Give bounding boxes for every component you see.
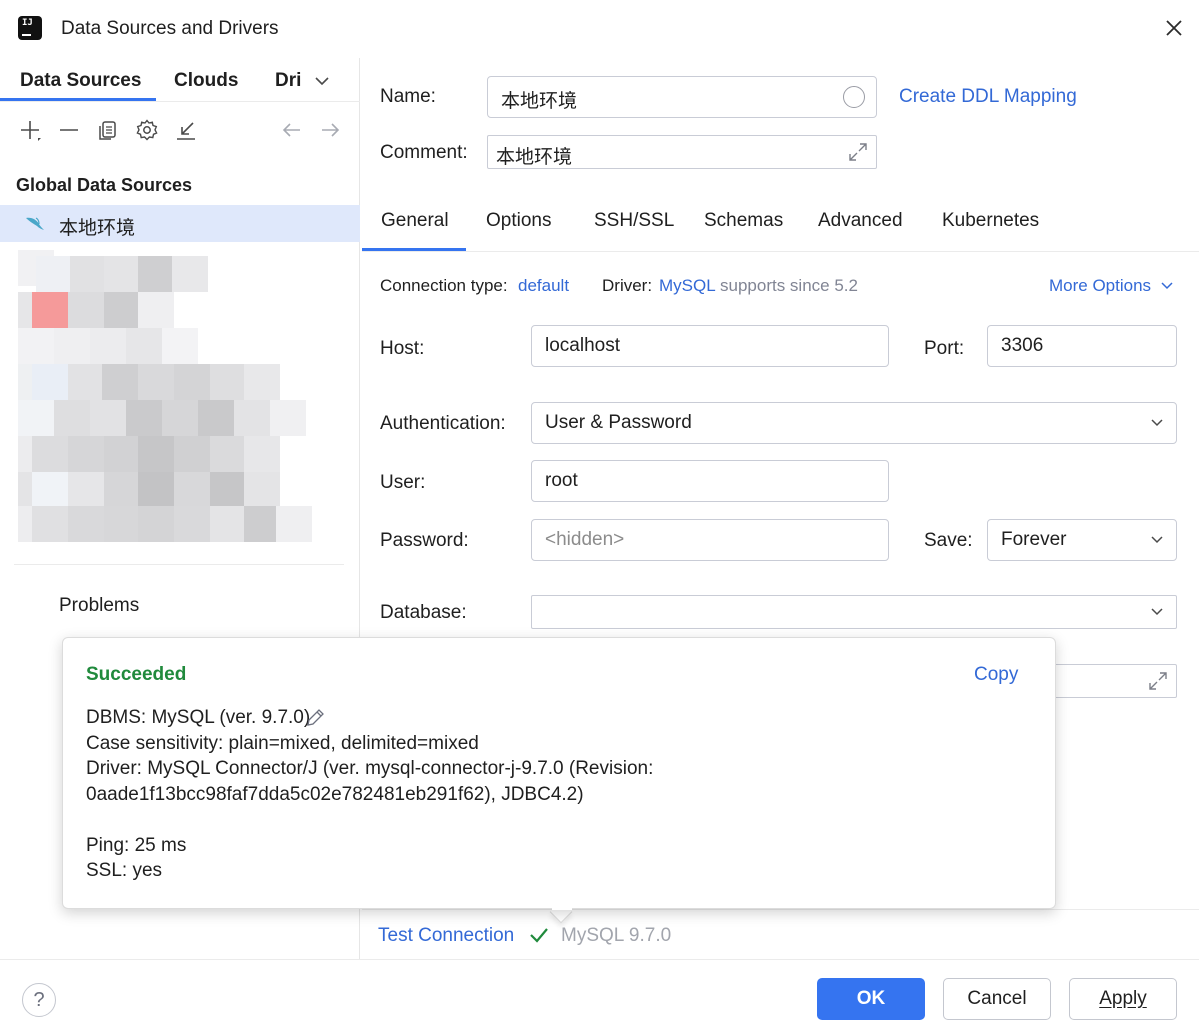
divider — [0, 959, 1199, 960]
color-circle-icon[interactable] — [843, 86, 865, 108]
connection-type-label: Connection type: — [380, 276, 508, 295]
copy-link[interactable]: Copy — [974, 664, 1018, 686]
window-title: Data Sources and Drivers — [61, 18, 279, 39]
add-icon[interactable] — [18, 118, 42, 142]
popup-line-ssl: SSL: yes — [86, 860, 163, 881]
section-header: Global Data Sources — [16, 175, 193, 195]
check-icon — [530, 928, 548, 943]
duplicate-icon[interactable] — [96, 118, 120, 142]
url-field[interactable] — [1040, 664, 1177, 698]
status-succeeded: Succeeded — [86, 664, 187, 685]
driver-label: Driver: — [602, 276, 653, 295]
tab-drivers[interactable]: Dri — [275, 70, 301, 92]
back-arrow-icon[interactable] — [280, 118, 304, 142]
cancel-button[interactable]: Cancel — [943, 978, 1051, 1020]
name-field[interactable]: 本地环境 — [487, 76, 877, 118]
popup-line-ping: Ping: 25 ms — [86, 835, 187, 856]
authentication-select[interactable]: User & Password — [531, 402, 1177, 444]
name-label: Name: — [380, 86, 436, 107]
port-field[interactable]: 3306 — [987, 325, 1177, 367]
chevron-down-icon — [1151, 536, 1163, 544]
import-icon[interactable] — [174, 118, 198, 142]
close-icon[interactable] — [1162, 16, 1186, 40]
user-label: User: — [380, 472, 426, 493]
popup-line-dbms: DBMS: MySQL (ver. 9.7.0) — [86, 707, 311, 728]
obscured-tree-items — [18, 250, 312, 542]
comment-label: Comment: — [380, 142, 468, 163]
popup-line-driver: Driver: MySQL Connector/J (ver. mysql-co… — [86, 758, 654, 779]
save-label: Save: — [924, 530, 973, 551]
tab-kubernetes[interactable]: Kubernetes — [942, 210, 1039, 232]
more-options-link[interactable]: More Options — [1049, 276, 1151, 296]
problems-item[interactable]: Problems — [59, 595, 139, 617]
authentication-label: Authentication: — [380, 413, 506, 434]
tab-ssh-ssl[interactable]: SSH/SSL — [594, 210, 674, 232]
pencil-icon[interactable] — [305, 708, 325, 728]
tab-clouds[interactable]: Clouds — [174, 70, 238, 92]
port-label: Port: — [924, 338, 965, 359]
divider — [14, 564, 344, 565]
connection-type-link[interactable]: default — [518, 276, 569, 296]
chevron-down-icon — [1151, 608, 1163, 616]
apply-button[interactable]: Apply — [1069, 978, 1177, 1020]
test-result: MySQL 9.7.0 — [561, 925, 672, 946]
save-select[interactable]: Forever — [987, 519, 1177, 561]
tree-item-selected[interactable] — [0, 205, 360, 242]
comment-field[interactable]: 本地环境 — [487, 135, 877, 169]
password-field[interactable]: <hidden> — [531, 519, 889, 561]
host-label: Host: — [380, 338, 425, 359]
tab-schemas[interactable]: Schemas — [704, 210, 783, 232]
chevron-down-icon — [1151, 419, 1163, 427]
divider — [0, 101, 360, 102]
tab-general[interactable]: General — [381, 210, 449, 232]
user-field[interactable]: root — [531, 460, 889, 502]
divider — [362, 251, 1199, 252]
remove-icon[interactable] — [57, 118, 81, 142]
chevron-down-icon[interactable] — [1160, 280, 1174, 292]
test-connection-link[interactable]: Test Connection — [378, 925, 514, 947]
gear-icon[interactable] — [135, 118, 159, 142]
host-field[interactable]: localhost — [531, 325, 889, 367]
tab-advanced[interactable]: Advanced — [818, 210, 903, 232]
tree-item-label: 本地环境 — [59, 218, 136, 239]
create-ddl-mapping-link[interactable]: Create DDL Mapping — [899, 86, 1077, 108]
popup-pointer-mask — [552, 900, 572, 910]
forward-arrow-icon[interactable] — [318, 118, 342, 142]
chevron-down-icon[interactable] — [314, 74, 330, 88]
popup-line-driver-cont: 0aade1f13bcc98faf7dda5c02e782481eb291f62… — [86, 784, 584, 805]
tab-options[interactable]: Options — [486, 210, 551, 232]
popup-line-case: Case sensitivity: plain=mixed, delimited… — [86, 733, 479, 754]
divider — [362, 909, 1199, 910]
tab-data-sources[interactable]: Data Sources — [20, 70, 141, 92]
password-label: Password: — [380, 530, 469, 551]
help-button[interactable]: ? — [22, 983, 56, 1017]
database-label: Database: — [380, 602, 467, 623]
mysql-dolphin-icon — [26, 217, 44, 230]
app-logo-icon: IJ — [15, 13, 42, 40]
ok-button[interactable]: OK — [817, 978, 925, 1020]
expand-icon[interactable] — [1148, 671, 1168, 691]
expand-icon[interactable] — [848, 142, 868, 162]
driver-link[interactable]: MySQL — [659, 276, 716, 296]
database-select[interactable] — [531, 595, 1177, 629]
driver-note: supports since 5.2 — [720, 276, 858, 295]
